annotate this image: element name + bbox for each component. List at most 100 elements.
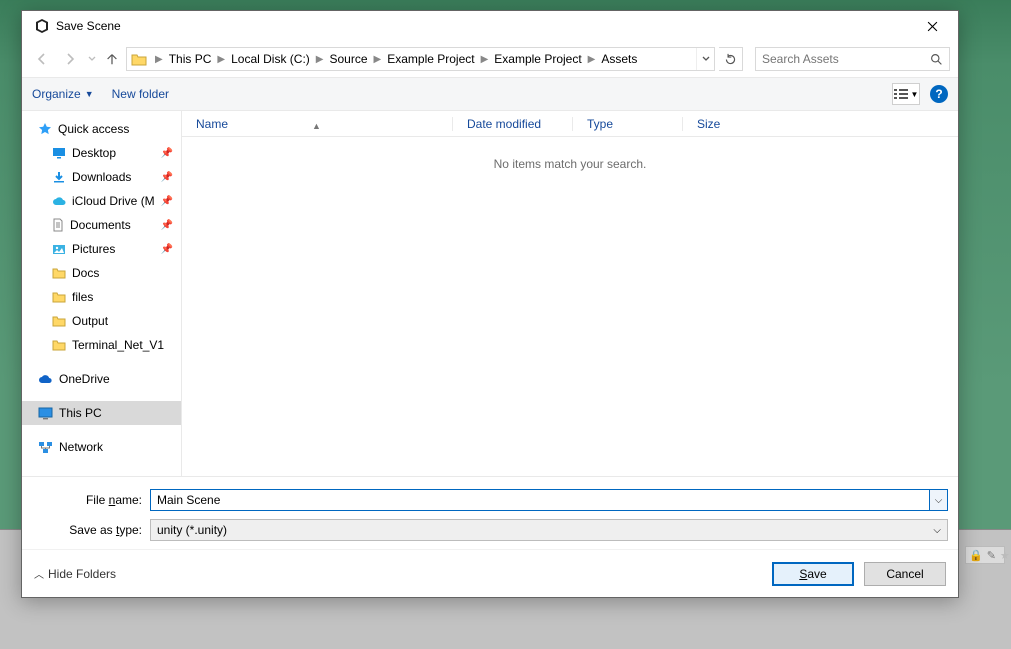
- back-button[interactable]: [30, 47, 54, 71]
- tree-label: Pictures: [72, 242, 115, 256]
- breadcrumb-item[interactable]: Local Disk (C:): [227, 52, 314, 66]
- search-icon: [930, 53, 943, 66]
- tree-label: files: [72, 290, 93, 304]
- save-type-select[interactable]: unity (*.unity) ⌵: [150, 519, 948, 541]
- file-name-input[interactable]: [150, 489, 930, 511]
- breadcrumb-bar[interactable]: ▶ This PC ▶ Local Disk (C:) ▶ Source ▶ E…: [126, 47, 715, 71]
- cloud-icon: [52, 196, 66, 207]
- file-list-area: Name▲ Date modified Type Size No items m…: [182, 111, 958, 476]
- tree-folder-docs[interactable]: Docs: [22, 261, 181, 285]
- column-date[interactable]: Date modified: [452, 117, 572, 131]
- hide-folders-toggle[interactable]: ︿ Hide Folders: [34, 566, 116, 581]
- search-input[interactable]: [762, 52, 930, 66]
- tree-label: This PC: [59, 406, 102, 420]
- chevron-up-icon: ︿: [34, 566, 44, 581]
- title-bar: Save Scene: [22, 11, 958, 41]
- file-name-dropdown[interactable]: ⌵: [930, 489, 948, 511]
- tree-label: Terminal_Net_V1: [72, 338, 164, 352]
- file-fields: File name: ⌵ Save as type: unity (*.unit…: [22, 476, 958, 549]
- pin-icon: 📌: [161, 148, 173, 159]
- dialog-footer: ︿ Hide Folders Save Cancel: [22, 549, 958, 597]
- tree-this-pc[interactable]: This PC: [22, 401, 181, 425]
- breadcrumb-item[interactable]: Assets: [597, 52, 641, 66]
- tree-onedrive[interactable]: OneDrive: [22, 367, 181, 391]
- file-name-label: File name:: [32, 493, 150, 507]
- new-folder-button[interactable]: New folder: [112, 87, 169, 101]
- download-icon: [52, 170, 66, 184]
- dialog-title: Save Scene: [56, 19, 121, 33]
- body-area: Quick access Desktop 📌 Downloads 📌 iClou…: [22, 111, 958, 476]
- cloud-icon: [38, 374, 53, 385]
- tree-label: Desktop: [72, 146, 116, 160]
- background-widget: 🔒 ✎ ★: [965, 546, 1005, 564]
- tree-documents[interactable]: Documents 📌: [22, 213, 181, 237]
- tree-desktop[interactable]: Desktop 📌: [22, 141, 181, 165]
- chevron-down-icon: ▼: [911, 90, 919, 99]
- save-type-label: Save as type:: [32, 523, 150, 537]
- breadcrumb-item[interactable]: This PC: [165, 52, 216, 66]
- chevron-right-icon[interactable]: ▶: [215, 54, 227, 65]
- tree-pictures[interactable]: Pictures 📌: [22, 237, 181, 261]
- chevron-right-icon[interactable]: ▶: [314, 54, 326, 65]
- view-options-button[interactable]: ▼: [892, 83, 920, 105]
- folder-icon: [52, 267, 66, 279]
- toolbar: Organize ▼ New folder ▼ ?: [22, 77, 958, 111]
- document-icon: [52, 218, 64, 232]
- folder-icon: [52, 315, 66, 327]
- tree-folder-terminal[interactable]: Terminal_Net_V1: [22, 333, 181, 357]
- navigation-tree: Quick access Desktop 📌 Downloads 📌 iClou…: [22, 111, 182, 476]
- organize-menu[interactable]: Organize ▼: [32, 87, 94, 101]
- close-button[interactable]: [912, 12, 952, 40]
- tree-label: Quick access: [58, 122, 129, 136]
- save-type-value: unity (*.unity): [157, 523, 227, 537]
- save-button[interactable]: Save: [772, 562, 854, 586]
- breadcrumb-item[interactable]: Source: [325, 52, 371, 66]
- sort-indicator-icon: ▲: [312, 121, 321, 131]
- tree-label: Output: [72, 314, 108, 328]
- breadcrumb-item[interactable]: Example Project: [383, 52, 478, 66]
- column-type[interactable]: Type: [572, 117, 682, 131]
- cancel-button[interactable]: Cancel: [864, 562, 946, 586]
- unity-icon: [34, 18, 50, 34]
- chevron-right-icon[interactable]: ▶: [479, 54, 491, 65]
- tree-folder-output[interactable]: Output: [22, 309, 181, 333]
- tree-network[interactable]: Network: [22, 435, 181, 459]
- folder-icon: [52, 291, 66, 303]
- forward-button[interactable]: [58, 47, 82, 71]
- navigation-row: ▶ This PC ▶ Local Disk (C:) ▶ Source ▶ E…: [22, 41, 958, 77]
- picture-icon: [52, 244, 66, 255]
- column-name[interactable]: Name▲: [182, 117, 452, 131]
- desktop-icon: [52, 147, 66, 159]
- up-button[interactable]: [102, 47, 122, 71]
- pin-icon: 📌: [161, 172, 173, 183]
- chevron-right-icon[interactable]: ▶: [372, 54, 384, 65]
- pin-icon: 📌: [161, 244, 173, 255]
- breadcrumb-item[interactable]: Example Project: [490, 52, 585, 66]
- help-button[interactable]: ?: [930, 85, 948, 103]
- pin-icon: 📌: [161, 196, 173, 207]
- refresh-button[interactable]: [719, 47, 743, 71]
- chevron-right-icon[interactable]: ▶: [586, 54, 598, 65]
- search-box[interactable]: [755, 47, 950, 71]
- tree-icloud[interactable]: iCloud Drive (Ma 📌: [22, 189, 181, 213]
- breadcrumb-dropdown-icon[interactable]: [696, 48, 714, 70]
- chevron-right-icon[interactable]: ▶: [153, 54, 165, 65]
- column-size[interactable]: Size: [682, 117, 762, 131]
- folder-icon: [131, 52, 147, 66]
- chevron-down-icon: ▼: [85, 89, 94, 99]
- column-headers: Name▲ Date modified Type Size: [182, 111, 958, 137]
- tree-label: Network: [59, 440, 103, 454]
- network-icon: [38, 441, 53, 454]
- empty-message: No items match your search.: [182, 157, 958, 171]
- chevron-down-icon: ⌵: [933, 525, 941, 536]
- tree-quick-access[interactable]: Quick access: [22, 117, 181, 141]
- tree-folder-files[interactable]: files: [22, 285, 181, 309]
- tree-downloads[interactable]: Downloads 📌: [22, 165, 181, 189]
- folder-icon: [52, 339, 66, 351]
- tree-label: Documents: [70, 218, 131, 232]
- recent-dropdown-icon[interactable]: [86, 47, 98, 71]
- organize-label: Organize: [32, 87, 81, 101]
- pin-icon: 📌: [161, 220, 173, 231]
- hide-folders-label: Hide Folders: [48, 567, 116, 581]
- monitor-icon: [38, 407, 53, 420]
